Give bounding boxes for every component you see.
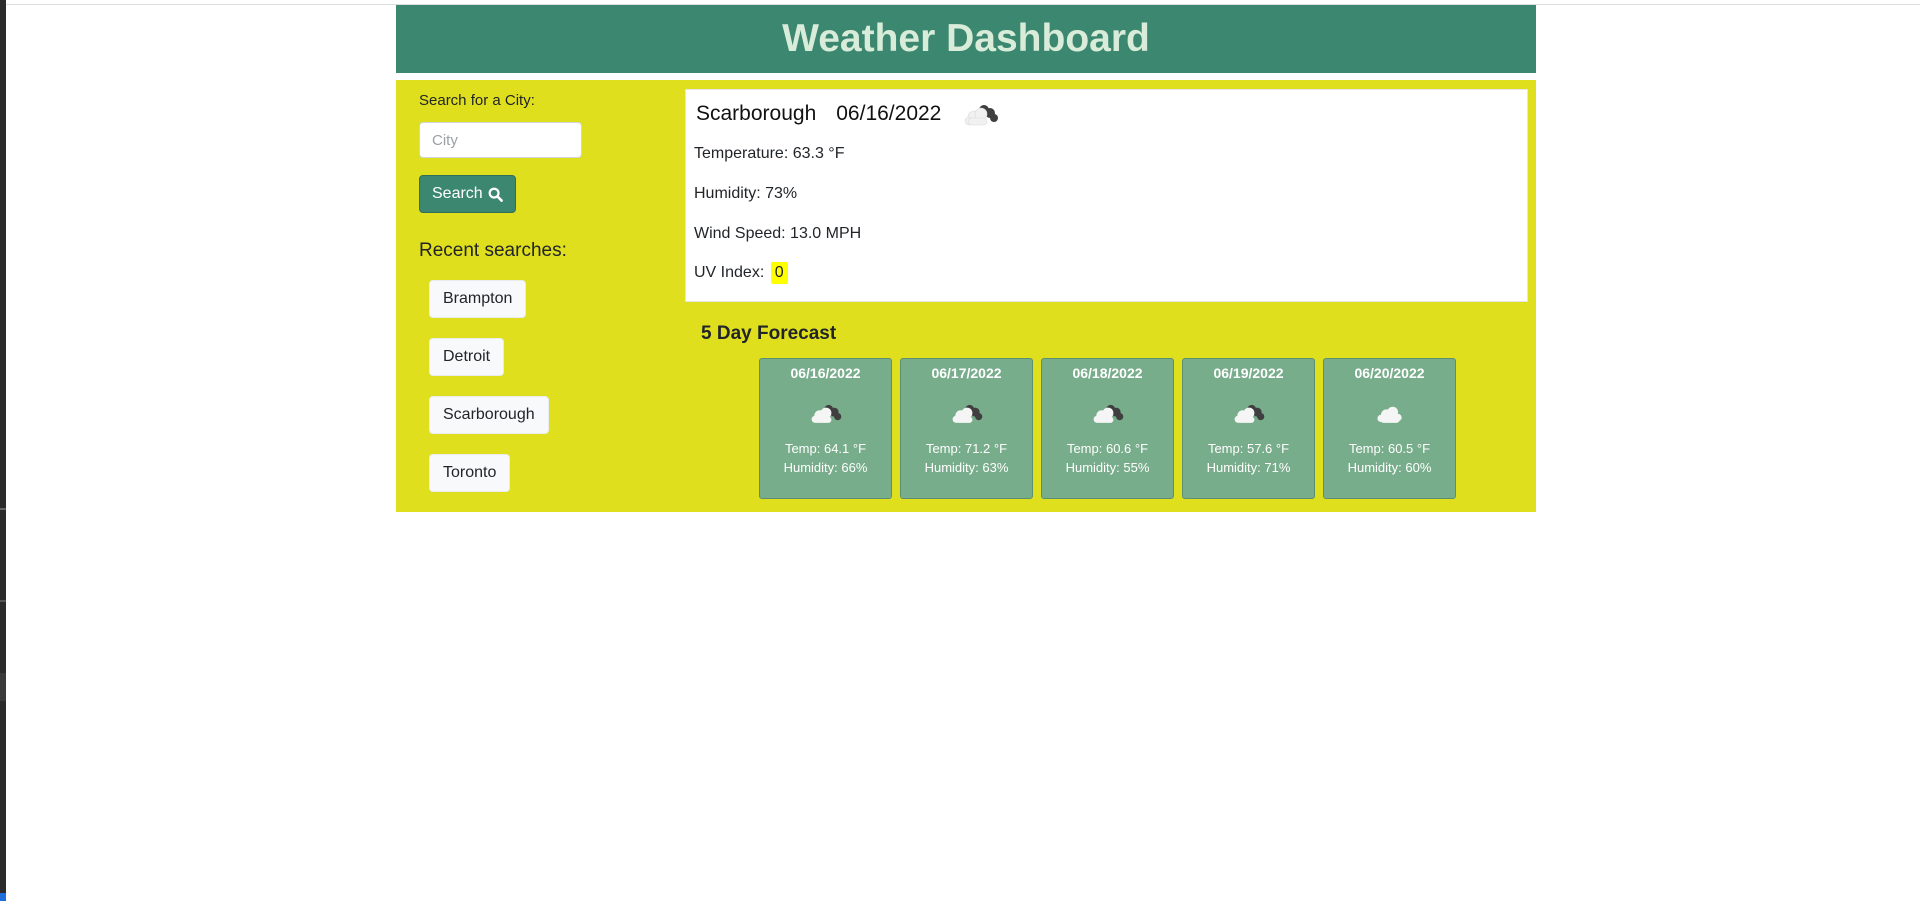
recent-search-item[interactable]: Brampton [429, 280, 527, 318]
forecast-heading: 5 Day Forecast [701, 323, 837, 344]
page-header: Weather Dashboard [396, 5, 1536, 73]
page-title: Weather Dashboard [782, 17, 1150, 60]
forecast-date: 06/17/2022 [931, 365, 1002, 381]
forecast-humidity: Humidity: 71% [1206, 460, 1291, 475]
forecast-cards: 06/16/2022 Temp: 64.1 °F Humidity: 66% 0… [759, 358, 1456, 499]
forecast-date: 06/20/2022 [1354, 365, 1425, 381]
recent-search-item[interactable]: Toronto [429, 454, 511, 492]
current-temperature: Temperature: 63.3 °F [694, 145, 845, 162]
forecast-humidity: Humidity: 55% [1065, 460, 1150, 475]
search-icon [488, 187, 503, 202]
current-weather-title: Scarborough 06/16/2022 [696, 100, 1001, 128]
forecast-temp: Temp: 57.6 °F [1207, 441, 1290, 456]
main-panel: Search for a City: Search Recent searche… [396, 80, 1536, 512]
search-button[interactable]: Search [419, 175, 516, 213]
cloud-icon [1324, 391, 1455, 435]
forecast-humidity: Humidity: 63% [924, 460, 1009, 475]
forecast-temp: Temp: 60.5 °F [1348, 441, 1431, 456]
forecast-humidity: Humidity: 66% [783, 460, 868, 475]
forecast-temp: Temp: 64.1 °F [784, 441, 867, 456]
forecast-humidity: Humidity: 60% [1347, 460, 1432, 475]
broken-clouds-icon [760, 391, 891, 435]
forecast-temp: Temp: 71.2 °F [925, 441, 1008, 456]
current-wind-speed: Wind Speed: 13.0 MPH [694, 225, 862, 242]
forecast-card: 06/20/2022 Temp: 60.5 °F Humidity: 60% [1323, 358, 1456, 499]
forecast-card: 06/19/2022 Temp: 57.6 °F Humidity: 71% [1182, 358, 1315, 499]
recent-search-item[interactable]: Detroit [429, 338, 505, 376]
uv-index-badge: 0 [770, 262, 788, 284]
search-label: Search for a City: [419, 92, 535, 109]
forecast-date: 06/18/2022 [1072, 365, 1143, 381]
current-city: Scarborough [696, 102, 817, 125]
broken-clouds-icon [1042, 391, 1173, 435]
recent-search-item[interactable]: Scarborough [429, 396, 549, 434]
forecast-date: 06/19/2022 [1213, 365, 1284, 381]
recent-searches-heading: Recent searches: [419, 240, 567, 261]
forecast-card: 06/16/2022 Temp: 64.1 °F Humidity: 66% [759, 358, 892, 499]
current-date: 06/16/2022 [836, 102, 942, 125]
search-button-label: Search [432, 185, 483, 202]
forecast-card: 06/18/2022 Temp: 60.6 °F Humidity: 55% [1041, 358, 1174, 499]
broken-clouds-icon [961, 100, 1001, 128]
current-uv-index: UV Index: 0 [694, 262, 788, 284]
left-window-edge [0, 0, 6, 901]
city-search-input[interactable] [419, 122, 582, 158]
broken-clouds-icon [1183, 391, 1314, 435]
forecast-card: 06/17/2022 Temp: 71.2 °F Humidity: 63% [900, 358, 1033, 499]
forecast-date: 06/16/2022 [790, 365, 861, 381]
current-humidity: Humidity: 73% [694, 185, 798, 202]
uv-index-label: UV Index: [694, 264, 765, 281]
broken-clouds-icon [901, 391, 1032, 435]
forecast-temp: Temp: 60.6 °F [1066, 441, 1149, 456]
current-weather-card: Scarborough 06/16/2022 Temperature: 63.3… [685, 89, 1528, 302]
